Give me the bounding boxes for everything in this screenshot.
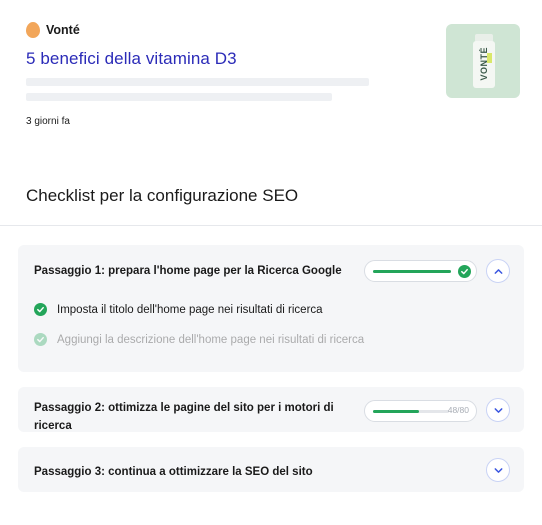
step-2-title: Passaggio 2: ottimizza le pagine del sit… [34,402,334,432]
expand-step-2-button[interactable] [486,398,510,422]
task-label: Aggiungi la descrizione dell'home page n… [57,333,365,346]
step-1-title: Passaggio 1: prepara l'home page per la … [34,265,342,277]
chevron-down-icon [494,407,502,413]
thumbnail-label: VONTÉ [479,47,489,81]
check-circle-icon [34,303,47,316]
chevron-down-icon [494,467,502,473]
checklist-title: Checklist per la configurazione SEO [26,186,299,205]
result-date: 3 giorni fa [26,116,70,127]
result-title: 5 benefici della vitamina D3 [26,49,237,68]
search-result-preview: Vonté 5 benefici della vitamina D3 3 gio… [0,0,542,140]
step-1-task-title[interactable]: Imposta il titolo dell'home page nei ris… [34,303,323,316]
checklist-step-1: Passaggio 1: prepara l'home page per la … [18,245,524,372]
step-1-task-description[interactable]: Aggiungi la descrizione dell'home page n… [34,333,364,346]
brand-name: Vonté [46,23,80,37]
step-2-progress-bar: 48/80 [364,400,477,422]
collapse-step-1-button[interactable] [486,259,510,283]
supplement-bottle-image: VONTÉ [473,34,495,88]
chevron-up-icon [494,268,502,274]
brand-blob-icon [26,22,40,38]
description-placeholder-line [26,93,332,101]
task-label: Imposta il titolo dell'home page nei ris… [57,303,323,316]
result-thumbnail: VONTÉ [446,24,520,98]
divider [0,225,542,226]
checklist-step-3: Passaggio 3: continua a ottimizzare la S… [18,447,524,492]
check-circle-icon [458,265,471,278]
site-brand: Vonté [26,22,80,38]
check-circle-icon [34,333,47,346]
checklist-step-2: Passaggio 2: ottimizza le pagine del sit… [18,387,524,432]
expand-step-3-button[interactable] [486,458,510,482]
description-placeholder-line [26,78,369,86]
step-3-title: Passaggio 3: continua a ottimizzare la S… [34,466,313,478]
step-1-progress-bar [364,260,477,282]
step-2-progress-count: 48/80 [447,405,469,415]
